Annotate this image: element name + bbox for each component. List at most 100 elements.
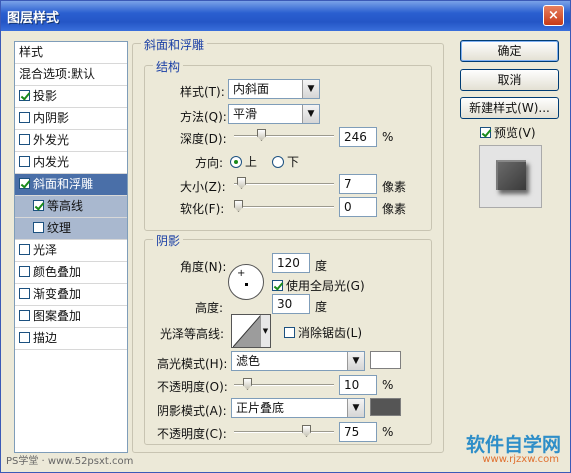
sidebar-item-checkbox[interactable] xyxy=(19,332,30,343)
highlight-opacity-unit: % xyxy=(382,378,394,392)
angle-input[interactable]: 120 xyxy=(272,253,310,273)
size-slider-thumb[interactable] xyxy=(237,177,246,189)
depth-label: 深度(D): xyxy=(180,132,227,146)
style-dropdown-arrow-icon: ▼ xyxy=(302,80,319,98)
technique-dropdown-arrow-icon: ▼ xyxy=(302,105,319,123)
sidebar-item-label: 投影 xyxy=(33,89,58,103)
bevel-emboss-title: 斜面和浮雕 xyxy=(141,36,208,53)
technique-select-value: 平滑 xyxy=(233,107,258,121)
size-slider[interactable] xyxy=(234,177,334,189)
shadow-opacity-slider-thumb[interactable] xyxy=(302,425,311,437)
altitude-label: 高度: xyxy=(195,301,224,315)
ok-button[interactable]: 确定 xyxy=(460,40,559,62)
sidebar-item[interactable]: 投影 xyxy=(15,86,127,108)
new-style-button[interactable]: 新建样式(W)... xyxy=(460,97,559,119)
style-label: 样式(T): xyxy=(180,85,225,99)
highlight-opacity-slider-thumb[interactable] xyxy=(243,378,252,390)
technique-label: 方法(Q): xyxy=(180,110,227,124)
sidebar-item[interactable]: 内发光 xyxy=(15,152,127,174)
shadow-opacity-unit: % xyxy=(382,425,394,439)
cancel-button[interactable]: 取消 xyxy=(460,69,559,91)
title-bar[interactable]: 图层样式 × xyxy=(1,1,570,31)
dialog-body: 样式 混合选项:默认 投影 内阴影 外发光 内发光 斜面和浮雕 等高线 纹理 光泽 颜色叠加 渐变叠… xyxy=(2,31,569,472)
anti-aliased-option[interactable]: 消除锯齿(L) xyxy=(284,324,362,341)
sidebar-item-checkbox[interactable] xyxy=(19,288,30,299)
sidebar-item-label: 光泽 xyxy=(33,243,58,257)
technique-select[interactable]: 平滑 ▼ xyxy=(228,104,320,124)
depth-slider-track xyxy=(234,135,334,137)
highlight-opacity-slider[interactable] xyxy=(234,378,334,390)
sidebar-item[interactable]: 渐变叠加 xyxy=(15,284,127,306)
highlight-opacity-input[interactable]: 10 xyxy=(339,375,377,395)
shadow-opacity-input[interactable]: 75 xyxy=(339,422,377,442)
watermark-left: PS学堂 · www.52psxt.com xyxy=(6,456,134,467)
preview-label: 预览(V) xyxy=(494,126,536,140)
highlight-mode-label: 高光模式(H): xyxy=(157,357,228,371)
close-button[interactable]: × xyxy=(543,5,564,26)
global-light-checkbox[interactable] xyxy=(272,280,283,291)
style-select[interactable]: 内斜面 ▼ xyxy=(228,79,320,99)
sidebar-item[interactable]: 图案叠加 xyxy=(15,306,127,328)
sidebar-item-checkbox[interactable] xyxy=(19,310,30,321)
depth-slider-thumb[interactable] xyxy=(257,129,266,141)
sidebar-item[interactable]: 颜色叠加 xyxy=(15,262,127,284)
preview-option[interactable]: 预览(V) xyxy=(480,124,536,141)
preview-checkbox[interactable] xyxy=(480,127,491,138)
sidebar-item-checkbox[interactable] xyxy=(19,134,30,145)
altitude-unit: 度 xyxy=(315,300,328,314)
direction-up-radio[interactable] xyxy=(230,156,242,168)
altitude-input[interactable]: 30 xyxy=(272,294,310,314)
direction-up-option[interactable]: 上 xyxy=(230,153,257,170)
sidebar-item-label: 描边 xyxy=(33,331,58,345)
depth-slider[interactable] xyxy=(234,129,334,141)
shadow-mode-dropdown-arrow-icon: ▼ xyxy=(347,399,364,417)
sidebar-item-checkbox[interactable] xyxy=(33,222,44,233)
soften-input[interactable]: 0 xyxy=(339,197,377,217)
sidebar-item-label: 外发光 xyxy=(33,133,70,147)
highlight-color-swatch[interactable] xyxy=(370,351,401,369)
contour-dropdown-arrow-icon: ▼ xyxy=(260,315,270,347)
sidebar-item[interactable]: 内阴影 xyxy=(15,108,127,130)
sidebar-item-label: 纹理 xyxy=(47,221,72,235)
shadow-opacity-slider[interactable] xyxy=(234,425,334,437)
sidebar-item[interactable]: 等高线 xyxy=(15,196,127,218)
sidebar-item-checkbox[interactable] xyxy=(19,266,30,277)
sidebar-item[interactable]: 描边 xyxy=(15,328,127,350)
sidebar-item-checkbox[interactable] xyxy=(19,156,30,167)
depth-unit: % xyxy=(382,130,394,144)
sidebar-item-checkbox[interactable] xyxy=(19,112,30,123)
angle-label: 角度(N): xyxy=(180,260,227,274)
site-logo: 软件自学网 www.rjzxw.com xyxy=(443,430,565,470)
soften-slider-thumb[interactable] xyxy=(234,200,243,212)
sidebar-item[interactable]: 混合选项:默认 xyxy=(15,64,127,86)
angle-dial[interactable]: + xyxy=(228,264,264,300)
sidebar-item[interactable]: 斜面和浮雕 xyxy=(15,174,127,196)
depth-input[interactable]: 246 xyxy=(339,127,377,147)
direction-down-radio[interactable] xyxy=(272,156,284,168)
soften-label: 软化(F): xyxy=(180,202,225,216)
shadow-mode-select[interactable]: 正片叠底 ▼ xyxy=(231,398,365,418)
anti-aliased-checkbox[interactable] xyxy=(284,327,295,338)
sidebar-item-checkbox[interactable] xyxy=(19,90,30,101)
sidebar-item-label: 渐变叠加 xyxy=(33,287,82,301)
global-light-option[interactable]: 使用全局光(G) xyxy=(272,277,365,294)
sidebar-item[interactable]: 外发光 xyxy=(15,130,127,152)
direction-down-option[interactable]: 下 xyxy=(272,153,299,170)
shadow-color-swatch[interactable] xyxy=(370,398,401,416)
angle-unit: 度 xyxy=(315,259,328,273)
sidebar-item-checkbox[interactable] xyxy=(19,244,30,255)
gloss-contour-picker[interactable]: ▼ xyxy=(231,314,271,348)
size-unit: 像素 xyxy=(382,180,407,194)
size-input[interactable]: 7 xyxy=(339,174,377,194)
highlight-mode-select[interactable]: 滤色 ▼ xyxy=(231,351,365,371)
highlight-opacity-label: 不透明度(O): xyxy=(157,380,228,394)
sidebar-item-checkbox[interactable] xyxy=(19,178,30,189)
style-list-header[interactable]: 样式 xyxy=(15,42,127,64)
sidebar-item[interactable]: 纹理 xyxy=(15,218,127,240)
soften-slider[interactable] xyxy=(234,200,334,212)
sidebar-item-checkbox[interactable] xyxy=(33,200,44,211)
global-light-label: 使用全局光(G) xyxy=(286,279,365,293)
structure-title: 结构 xyxy=(153,58,184,75)
direction-down-label: 下 xyxy=(287,155,300,169)
sidebar-item[interactable]: 光泽 xyxy=(15,240,127,262)
